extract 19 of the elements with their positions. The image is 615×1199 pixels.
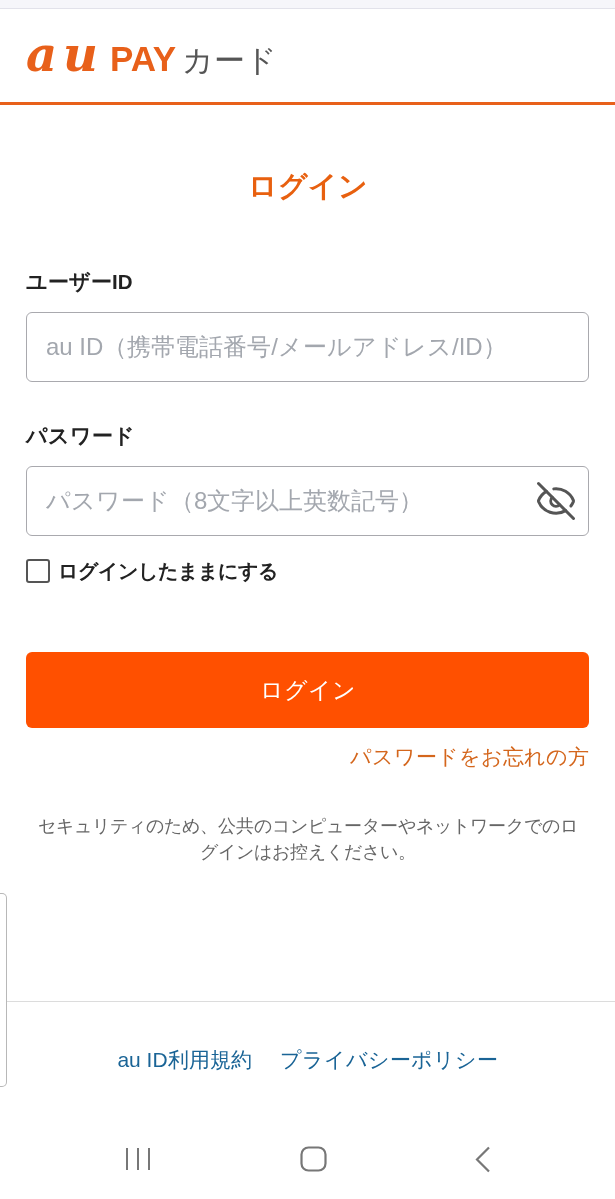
checkbox-label[interactable]: ログインしたままにする bbox=[58, 558, 278, 584]
field-label: パスワード bbox=[26, 423, 135, 449]
forgot-password-link[interactable]: パスワードをお忘れの方 bbox=[350, 743, 589, 771]
logo-suffix: カード bbox=[182, 44, 278, 76]
eye-slash-icon[interactable] bbox=[535, 480, 577, 522]
checkbox[interactable] bbox=[26, 559, 50, 583]
footer-link[interactable]: プライバシーポリシー bbox=[279, 1046, 498, 1074]
field-label: ユーザーID bbox=[26, 269, 133, 295]
home-icon[interactable] bbox=[299, 1146, 327, 1172]
footer-link[interactable]: au ID利用規約 bbox=[117, 1046, 252, 1074]
page-title: ログイン bbox=[247, 169, 368, 204]
logo-product: PAY bbox=[110, 40, 177, 76]
recent-apps-icon[interactable] bbox=[125, 1147, 151, 1171]
back-icon[interactable] bbox=[475, 1145, 491, 1173]
input-field[interactable]: au ID（携帯電話番号/メールアドレス/ID） bbox=[26, 312, 589, 382]
security-notice: セキュリティのため、公共のコンピューターやネットワークでのログインはお控えください。 bbox=[36, 815, 579, 864]
password-field[interactable]: パスワード（8文字以上英数記号） bbox=[26, 466, 589, 536]
logo-brand: au bbox=[26, 29, 104, 78]
login-button[interactable]: ログイン bbox=[26, 652, 589, 728]
